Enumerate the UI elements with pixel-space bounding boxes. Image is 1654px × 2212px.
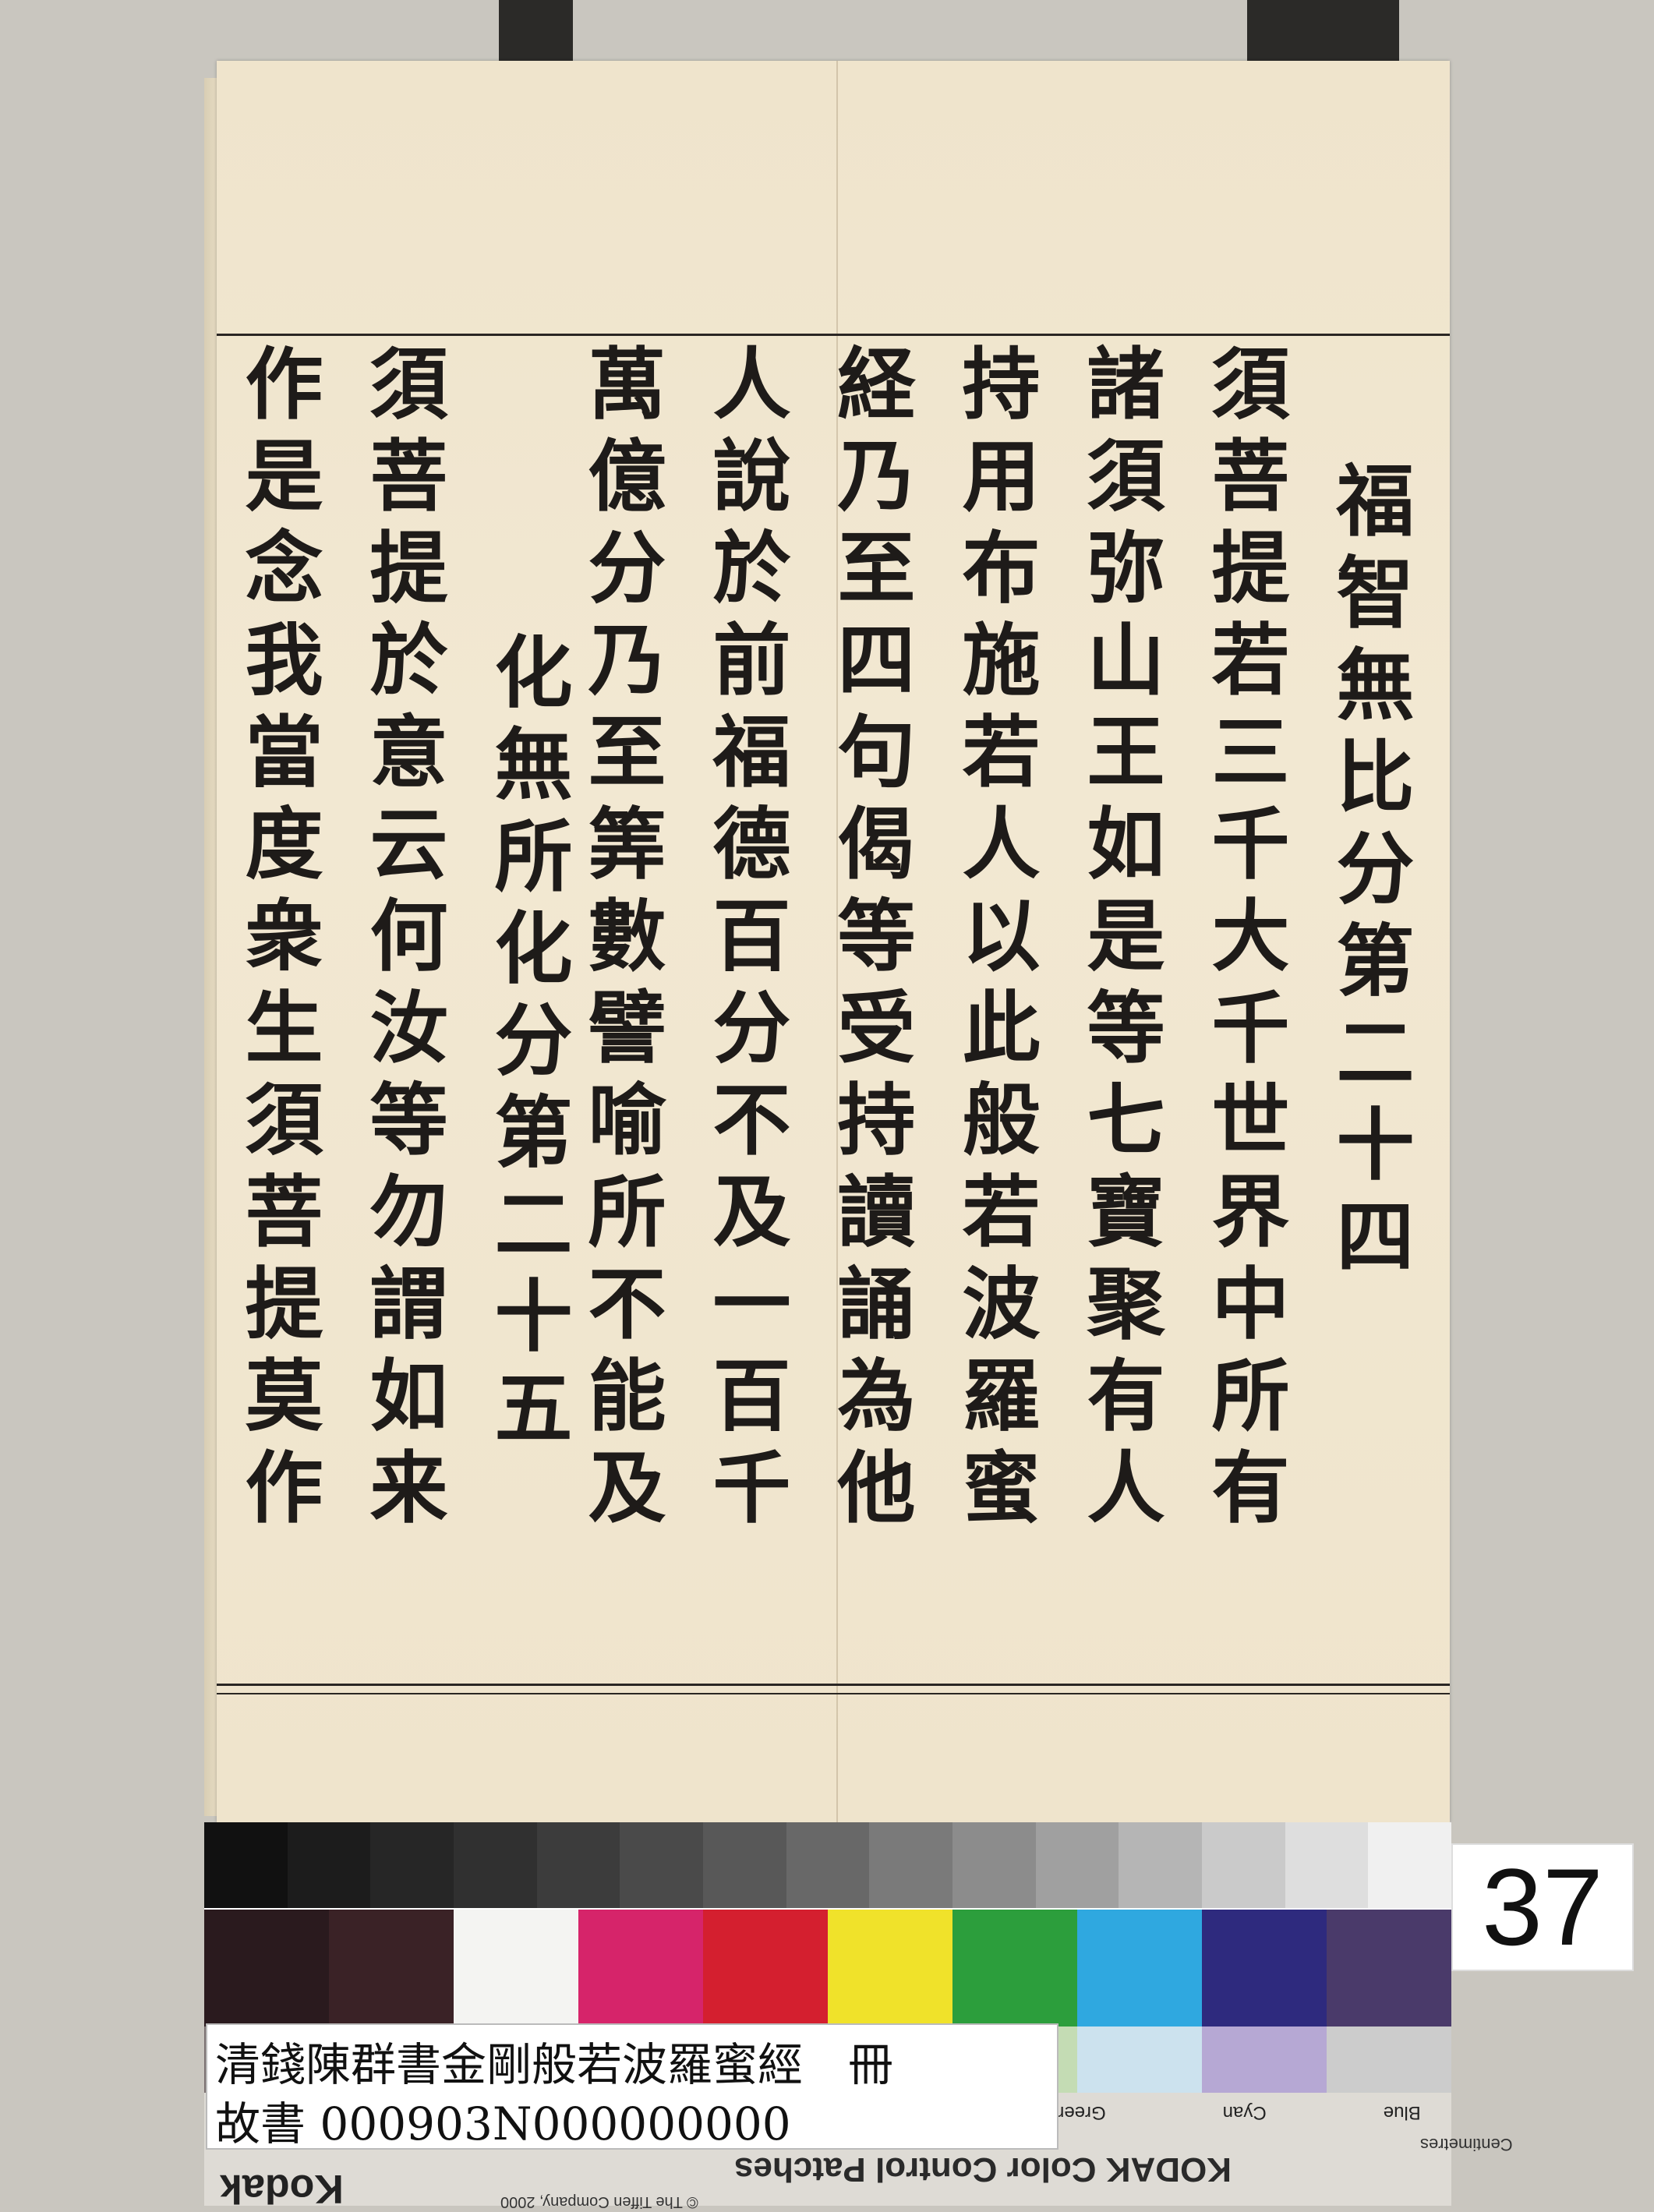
gray-patch-7 — [786, 1822, 870, 1908]
light-patch-8 — [1202, 2026, 1327, 2093]
gray-patch-5 — [620, 1822, 704, 1908]
light-patch-7 — [1077, 2026, 1202, 2093]
text-column-3: 持用布施若人以此般若波羅蜜 — [949, 343, 1041, 1539]
color-patch-2 — [454, 1910, 578, 2026]
catalog-label: 清錢陳群書金剛般若波羅蜜經 冊 故書 000903N000000000 — [206, 2023, 1058, 2150]
text-column-2: 諸須弥山王如是等七寶聚有人 — [1073, 343, 1165, 1539]
color-patch-0 — [204, 1910, 329, 2026]
scripture-text: 福智無比分第二十四 須菩提若三千大千世界中所有 諸須弥山王如是等七寶聚有人 持用… — [231, 343, 1448, 1682]
bottom-border-rule-inner — [217, 1693, 1450, 1694]
gray-patch-12 — [1202, 1822, 1285, 1908]
section-heading-24: 福智無比分第二十四 — [1323, 460, 1415, 1288]
target-copyright: © The Tiffen Company, 2000 — [500, 2193, 698, 2210]
gray-patch-0 — [204, 1822, 288, 1908]
gray-patch-6 — [703, 1822, 786, 1908]
bottom-border-rule — [217, 1684, 1450, 1686]
kodak-logo: Kodak — [220, 2166, 344, 2211]
gray-patch-8 — [869, 1822, 953, 1908]
page-number-card: 37 — [1451, 1843, 1634, 1971]
gray-patch-4 — [536, 1822, 620, 1908]
top-border-rule — [217, 334, 1450, 336]
text-column-7: 須菩提於意云何汝等勿謂如来 — [356, 343, 448, 1539]
text-column-8: 作是念我當度衆生須菩提莫作 — [231, 343, 323, 1539]
gray-patch-3 — [454, 1822, 537, 1908]
gray-scale-row — [204, 1822, 1452, 1908]
color-patch-9 — [1327, 1910, 1451, 2026]
color-name-cyan: Cyan — [1222, 2102, 1267, 2123]
gray-patch-14 — [1368, 1822, 1452, 1908]
catalog-title: 清錢陳群書金剛般若波羅蜜經 冊 — [215, 2038, 894, 2091]
color-patch-row — [204, 1910, 1451, 2026]
gray-patch-1 — [287, 1822, 371, 1908]
gray-patch-2 — [370, 1822, 454, 1908]
text-column-6: 萬億分乃至筭數譬喻所不能及 — [574, 343, 666, 1539]
book-page: 福智無比分第二十四 須菩提若三千大千世界中所有 諸須弥山王如是等七寶聚有人 持用… — [217, 61, 1450, 1822]
color-name-blue: Blue — [1383, 2102, 1421, 2123]
color-name-green: Green — [1054, 2102, 1106, 2123]
color-patch-3 — [578, 1910, 703, 2026]
color-patch-7 — [1077, 1910, 1202, 2026]
color-patch-4 — [703, 1910, 828, 2026]
color-names: Blue Cyan Green — [1054, 2101, 1421, 2123]
gray-patch-10 — [1035, 1822, 1119, 1908]
color-patch-5 — [828, 1910, 952, 2026]
light-patch-9 — [1327, 2026, 1451, 2093]
text-column-1: 須菩提若三千大千世界中所有 — [1198, 343, 1290, 1539]
target-title: KODAK Color Control Patches — [734, 2150, 1232, 2189]
text-column-4: 経乃至四句偈等受持讀誦為他 — [824, 343, 916, 1539]
page-number: 37 — [1482, 1846, 1603, 1968]
gray-patch-11 — [1119, 1822, 1203, 1908]
color-patch-8 — [1202, 1910, 1327, 2026]
section-heading-25: 化無所化分第二十五 — [481, 631, 573, 1459]
text-column-5: 人說於前福德百分不及一百千 — [699, 343, 791, 1539]
catalog-id: 故書 000903N000000000 — [215, 2097, 791, 2150]
color-patch-1 — [329, 1910, 454, 2026]
color-patch-6 — [952, 1910, 1077, 2026]
target-unit: Centimetres — [1420, 2135, 1513, 2154]
gray-patch-13 — [1285, 1822, 1369, 1908]
gray-patch-9 — [952, 1822, 1036, 1908]
